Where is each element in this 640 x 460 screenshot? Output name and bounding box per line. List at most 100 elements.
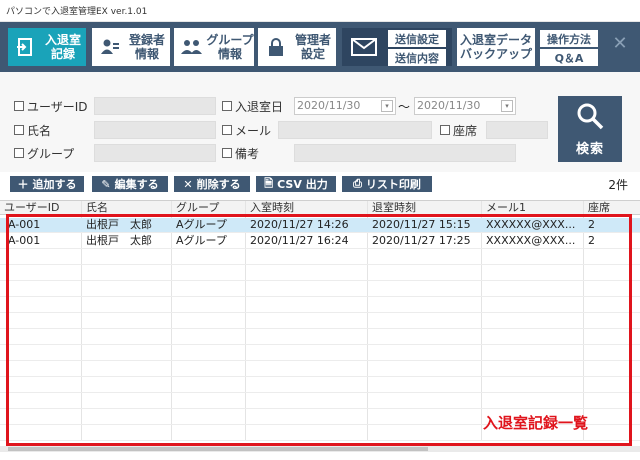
mail-input[interactable] (278, 121, 432, 139)
action-bar: ＋追加する ✎ 編集する ✕ 削除する 🗎 CSV 出力 ⎙ リスト印刷 2件 (0, 172, 640, 196)
door-exit-icon (12, 33, 40, 61)
date-range-separator: 〜 (398, 100, 411, 114)
group-info-button[interactable]: グループ 情報 (174, 28, 254, 66)
send-settings-button[interactable]: 送信設定 (388, 30, 446, 47)
delete-button[interactable]: ✕ 削除する (174, 176, 250, 192)
cell-mail: XXXXXX@XXX... (486, 218, 576, 231)
cell-group: Aグループ (176, 218, 227, 231)
user-id-checkbox[interactable] (14, 101, 24, 111)
record-count: 2件 (608, 178, 628, 192)
group-checkbox[interactable] (14, 148, 24, 158)
calendar-dropdown-icon[interactable]: ▾ (381, 100, 393, 112)
admin-settings-label: 管理者 設定 (294, 33, 331, 61)
note-label: 備考 (222, 144, 259, 162)
empty-row (0, 346, 640, 361)
add-button[interactable]: ＋追加する (10, 176, 84, 192)
mail-label: メール (222, 121, 271, 139)
close-icon[interactable]: ✕ (610, 34, 630, 54)
lock-icon (262, 33, 290, 61)
printer-icon: ⎙ (353, 177, 362, 190)
scrollbar-thumb[interactable] (8, 447, 428, 451)
entry-date-checkbox[interactable] (222, 101, 232, 111)
seat-label: 座席 (440, 121, 477, 139)
column-header[interactable]: メール1 (482, 201, 582, 215)
user-info-button[interactable]: 登録者 情報 (92, 28, 170, 66)
name-label: 氏名 (14, 121, 51, 139)
plus-icon: ＋ (17, 178, 29, 191)
cell-user-id: A-001 (8, 234, 41, 247)
empty-row (0, 314, 640, 329)
empty-row (0, 394, 640, 409)
empty-row (0, 298, 640, 313)
name-checkbox[interactable] (14, 125, 24, 135)
cell-user-id: A-001 (8, 218, 41, 231)
cell-name: 出根戸 太郎 (86, 218, 152, 231)
document-icon: 🗎 (264, 176, 274, 190)
empty-row (0, 330, 640, 345)
send-content-button[interactable]: 送信内容 (388, 49, 446, 66)
cell-entry-time: 2020/11/27 14:26 (250, 218, 349, 231)
entry-record-button[interactable]: 入退室 記録 (8, 28, 86, 66)
column-header[interactable]: 座席 (584, 201, 640, 215)
app-title: パソコンで入退室管理EX ver.1.01 (6, 7, 148, 17)
cell-group: Aグループ (176, 234, 227, 247)
empty-row (0, 378, 640, 393)
cell-exit-time: 2020/11/27 17:25 (372, 234, 471, 247)
pencil-icon: ✎ (101, 177, 111, 191)
column-header[interactable]: 氏名 (82, 201, 170, 215)
cell-name: 出根戸 太郎 (86, 234, 152, 247)
empty-row (0, 282, 640, 297)
column-header[interactable]: ユーザーID (0, 201, 80, 215)
entry-date-label: 入退室日 (222, 97, 283, 115)
cell-mail: XXXXXX@XXX... (486, 234, 576, 247)
note-checkbox[interactable] (222, 148, 232, 158)
group-info-label: グループ 情報 (206, 33, 254, 61)
empty-row (0, 250, 640, 265)
magnifier-icon (575, 101, 605, 134)
backup-label: 入退室データ バックアップ (459, 33, 532, 61)
backup-button[interactable]: 入退室データ バックアップ (457, 28, 535, 66)
main-toolbar: 入退室 記録 登録者 情報 グループ 情報 管理者 設定 送信設定 送信内容 入… (0, 22, 640, 72)
user-card-icon (96, 33, 124, 61)
column-header[interactable]: 退室時刻 (368, 201, 480, 215)
date-from-picker[interactable]: 2020/11/30 ▾ (294, 97, 396, 115)
cell-seat: 2 (588, 218, 595, 231)
x-icon: ✕ (183, 177, 193, 191)
empty-row (0, 266, 640, 281)
seat-input[interactable] (486, 121, 548, 139)
date-to-picker[interactable]: 2020/11/30 ▾ (414, 97, 516, 115)
highlight-label: 入退室記録一覧 (483, 414, 589, 432)
user-info-label: 登録者 情報 (128, 33, 165, 61)
seat-checkbox[interactable] (440, 125, 450, 135)
csv-export-button[interactable]: 🗎 CSV 出力 (256, 176, 336, 192)
edit-button[interactable]: ✎ 編集する (92, 176, 168, 192)
empty-row (0, 362, 640, 377)
table-row[interactable]: A-001 出根戸 太郎 Aグループ 2020/11/27 16:24 2020… (0, 234, 640, 249)
group-input[interactable] (94, 144, 216, 162)
column-header[interactable]: グループ (172, 201, 244, 215)
table-row[interactable]: A-001 出根戸 太郎 Aグループ 2020/11/27 14:26 2020… (0, 218, 640, 233)
user-id-input[interactable] (94, 97, 216, 115)
title-bar: パソコンで入退室管理EX ver.1.01 (0, 0, 640, 22)
column-header[interactable]: 入室時刻 (246, 201, 366, 215)
mail-checkbox[interactable] (222, 125, 232, 135)
cell-seat: 2 (588, 234, 595, 247)
cell-entry-time: 2020/11/27 16:24 (250, 234, 349, 247)
how-to-button[interactable]: 操作方法 (540, 30, 598, 47)
qa-button[interactable]: Q＆A (540, 49, 598, 66)
admin-settings-button[interactable]: 管理者 設定 (258, 28, 336, 66)
cell-exit-time: 2020/11/27 15:15 (372, 218, 471, 231)
horizontal-scrollbar[interactable] (0, 446, 640, 452)
note-input[interactable] (294, 144, 516, 162)
group-label: グループ (14, 144, 74, 162)
group-icon (178, 33, 206, 61)
calendar-dropdown-icon[interactable]: ▾ (501, 100, 513, 112)
mail-icon (350, 33, 378, 61)
entry-record-label: 入退室 記録 (44, 33, 81, 61)
table-header: ユーザーID 氏名 グループ 入室時刻 退室時刻 メール1 座席 (0, 201, 640, 215)
user-id-label: ユーザーID (14, 97, 88, 115)
name-input[interactable] (94, 121, 216, 139)
search-label: 検索 (575, 142, 604, 157)
search-button[interactable]: 検索 (558, 96, 622, 162)
print-list-button[interactable]: ⎙ リスト印刷 (342, 176, 432, 192)
